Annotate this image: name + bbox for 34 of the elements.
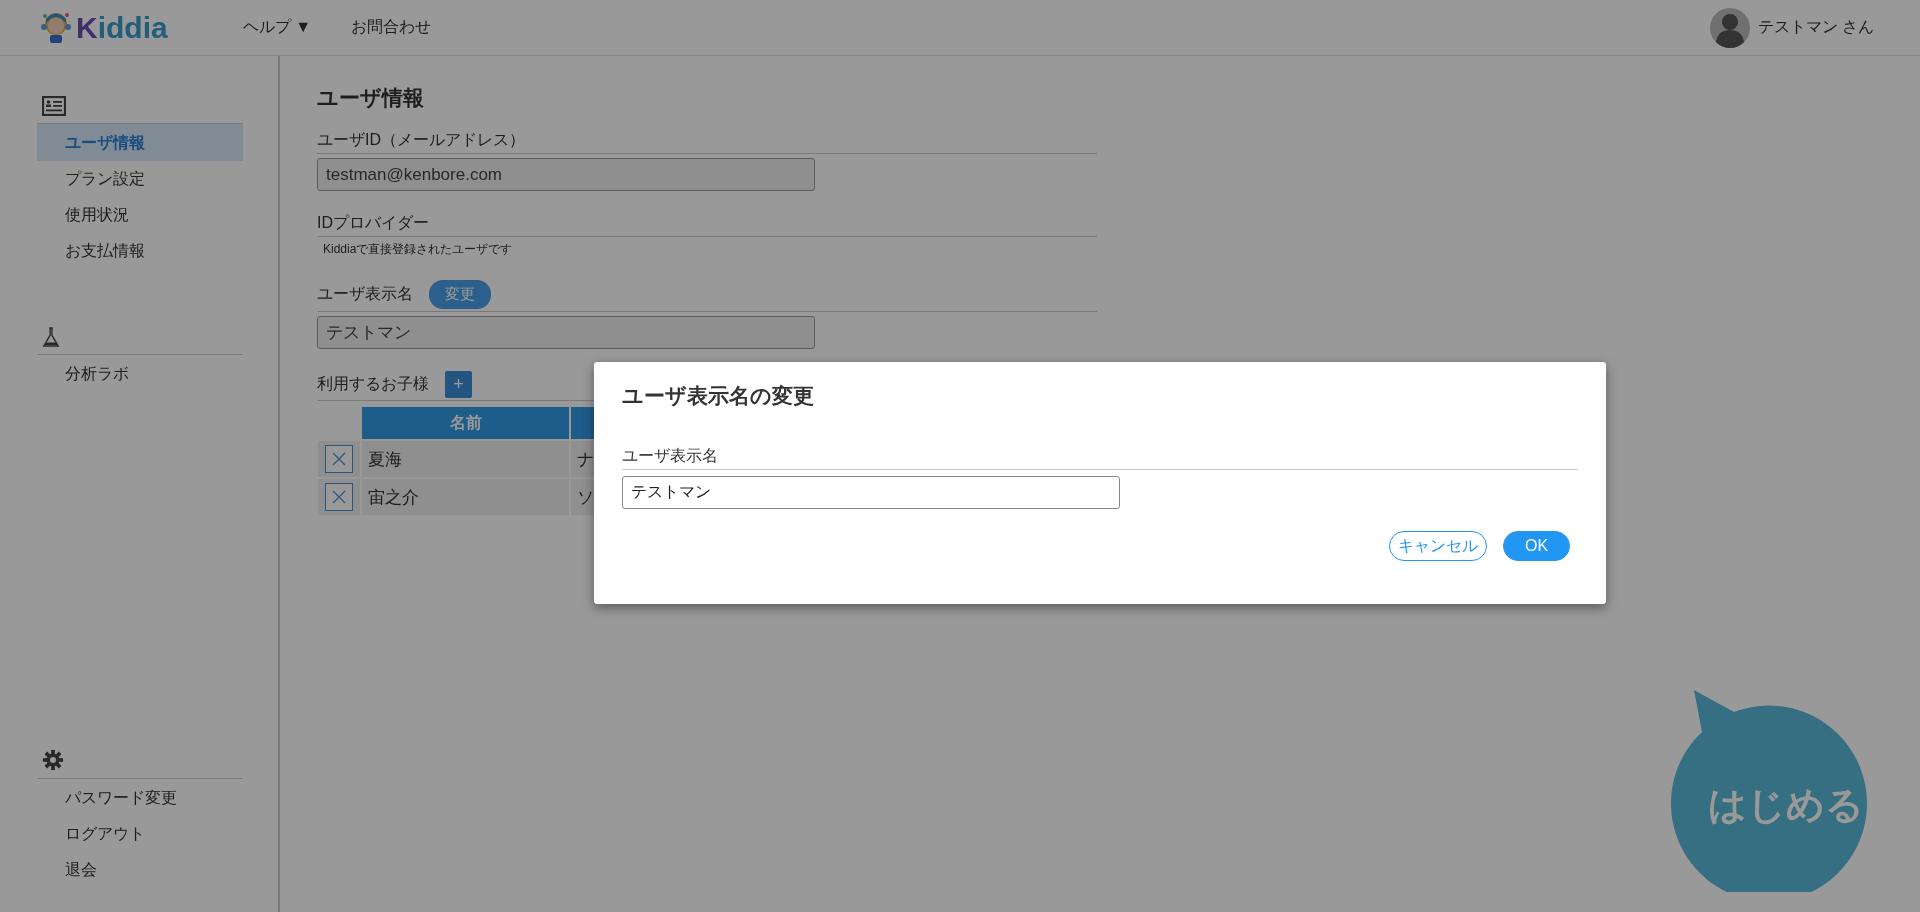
delete-icon <box>325 445 353 473</box>
page-title: ユーザ情報 <box>317 85 425 111</box>
table-cell: 夏海 <box>362 441 569 477</box>
flask-icon <box>42 327 60 347</box>
table-cell: 宙之介 <box>362 479 569 515</box>
user-menu[interactable]: テストマン さん <box>1757 17 1874 38</box>
cancel-button[interactable]: キャンセル <box>1389 531 1487 561</box>
list-card-icon <box>42 96 66 116</box>
field-label: ユーザID（メールアドレス） <box>317 130 525 150</box>
field-label: ユーザ表示名 <box>622 446 1578 470</box>
ok-button[interactable]: OK <box>1503 531 1570 561</box>
provider-note: Kiddiaで直接登録されたユーザです <box>322 241 514 258</box>
sidebar-item[interactable]: 退会 <box>37 852 243 888</box>
field-label: 利用するお子様 <box>317 374 429 394</box>
avatar-icon <box>1709 7 1750 48</box>
input-field[interactable]: テストマン <box>317 316 815 349</box>
logo-text: Kiddia <box>76 10 168 45</box>
field-label: ユーザ表示名 <box>317 284 413 304</box>
input-field[interactable]: テストマン <box>622 476 1120 509</box>
dialog-title: ユーザ表示名の変更 <box>622 383 815 409</box>
mascot-logo-icon <box>40 10 72 45</box>
column-header: 名前 <box>362 407 569 439</box>
sidebar-item[interactable]: プラン設定 <box>37 161 243 197</box>
sidebar-item[interactable]: お支払情報 <box>37 233 243 269</box>
sidebar-item[interactable]: 分析ラボ <box>37 355 243 392</box>
field-label: IDプロバイダー <box>317 213 429 233</box>
nav-link[interactable]: お問合わせ <box>350 17 431 38</box>
delete-icon <box>325 483 353 511</box>
input-field[interactable]: testman@kenbore.com <box>317 158 815 191</box>
help-menu[interactable]: ヘルプ ▼ <box>242 17 311 38</box>
sidebar-item[interactable]: パスワード変更 <box>37 779 243 816</box>
settings-icon <box>42 749 64 771</box>
sidebar-item[interactable]: 使用状況 <box>37 197 243 233</box>
sidebar-item[interactable]: ログアウト <box>37 816 243 852</box>
